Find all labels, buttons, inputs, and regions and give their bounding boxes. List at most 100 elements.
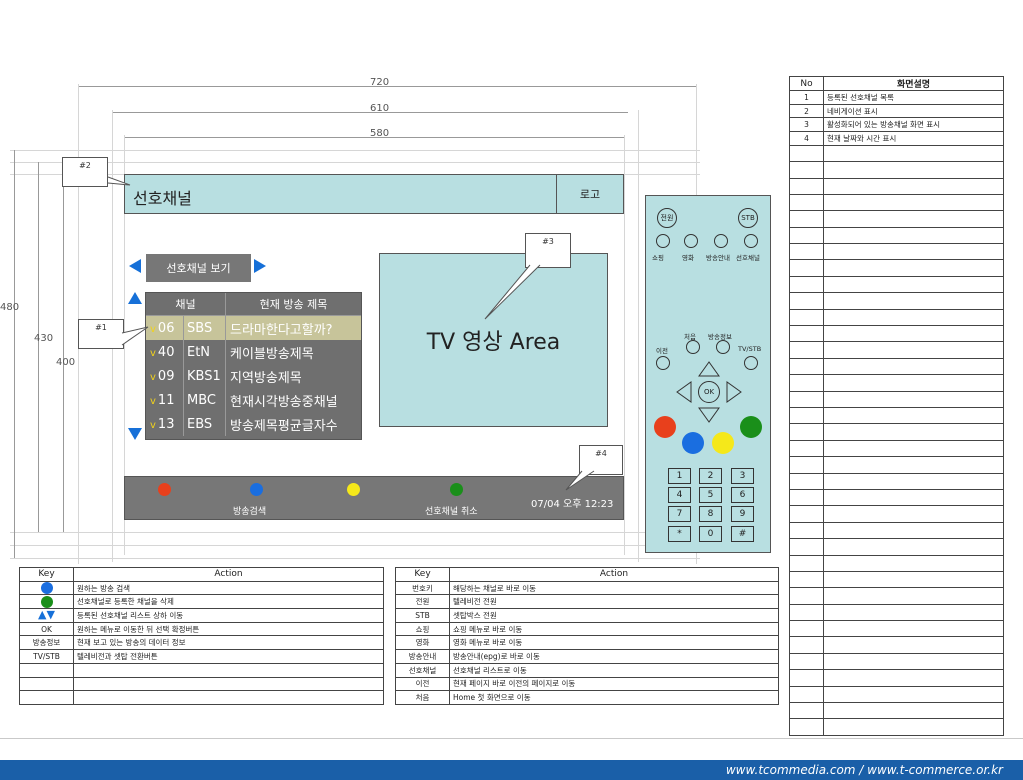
table-row: STB 셋탑박스 전원 (395, 608, 779, 623)
blue-circle-icon (40, 582, 53, 595)
table-row (789, 505, 1004, 523)
table-row (789, 636, 1004, 654)
table-row: 이전 현재 페이지 바로 이전의 페이지로 이동 (395, 676, 779, 692)
channel-row[interactable]: v 06 SBS 드라마한다고할까? (146, 316, 361, 340)
col-description: 화면설명 (823, 76, 1004, 91)
table-row (789, 177, 1004, 195)
remote-red-button[interactable] (654, 416, 676, 438)
prev-button[interactable] (656, 356, 670, 370)
list-down-arrow-icon[interactable] (128, 428, 142, 440)
channel-row[interactable]: v 09 KBS1 지역방송제목 (146, 364, 361, 388)
table-row (789, 308, 1004, 327)
check-mark: v (150, 419, 156, 431)
channel-name: EtN (183, 340, 225, 364)
num-5-button[interactable]: 5 (699, 487, 722, 503)
channel-row[interactable]: v 40 EtN 케이블방송제목 (146, 340, 361, 364)
movie-button[interactable] (684, 234, 698, 248)
table-row (789, 325, 1004, 343)
table-row (789, 193, 1004, 212)
table-row (789, 718, 1004, 736)
remote-green-button[interactable] (740, 416, 762, 438)
dpad-up-icon[interactable] (698, 361, 720, 377)
dpad-down-icon[interactable] (698, 407, 720, 423)
screen-description-table: No 화면설명 1 등록된 선호채널 목록 2 네비게이션 표시 3 활성화되어 있는… (789, 76, 1004, 736)
table-row (19, 676, 384, 692)
power-button[interactable]: 전원 (657, 208, 677, 228)
check-mark: v (150, 395, 156, 407)
table-row (789, 144, 1004, 163)
table-row (789, 226, 1004, 245)
remote-control: 전원 STB 쇼핑 영화 방송안내 선호채널 처음 방송정보 이전 TV/STB… (645, 195, 771, 553)
table-row: 선호채널 선호채널 리스트로 이동 (395, 662, 779, 678)
footer-divider (0, 738, 1023, 739)
info-button[interactable] (716, 340, 730, 354)
favorite-label: 선호채널 (736, 254, 760, 262)
tvstb-button[interactable] (744, 356, 758, 370)
green-button-icon[interactable] (450, 483, 463, 496)
blue-button-icon[interactable] (250, 483, 263, 496)
nav-left-arrow-icon[interactable] (129, 259, 141, 273)
dim-400: 400 (56, 357, 76, 368)
nav-right-arrow-icon[interactable] (254, 259, 266, 273)
channel-row[interactable]: v 11 MBC 현재시각방송중채널 (146, 388, 361, 412)
tvstb-label: TV/STB (738, 345, 762, 353)
num-6-button[interactable]: 6 (731, 487, 754, 503)
table-row: 전원 텔레비전 전원 (395, 594, 779, 610)
dpad-left-icon[interactable] (676, 381, 692, 403)
table-row (789, 488, 1004, 507)
yellow-button-icon[interactable] (347, 483, 360, 496)
table-row (789, 210, 1004, 228)
favorite-view-nav[interactable]: 선호채널 보기 (146, 254, 251, 282)
table-row (789, 652, 1004, 671)
channel-number: 11 (157, 392, 175, 408)
num-3-button[interactable]: 3 (731, 468, 754, 484)
table-row: 2 네비게이션 표시 (789, 103, 1004, 119)
table-row (789, 292, 1004, 310)
remote-blue-button[interactable] (682, 432, 704, 454)
dim-610: 610 (370, 103, 390, 114)
table-row (789, 456, 1004, 474)
col-key: Key (19, 567, 74, 582)
table-row: ▲▼ 등록된 선호채널 리스트 상하 이동 (19, 608, 384, 623)
channel-name: EBS (183, 412, 225, 436)
channel-row[interactable]: v 13 EBS 방송제목평균글자수 (146, 412, 361, 436)
table-row (789, 374, 1004, 392)
movie-label: 영화 (682, 254, 694, 262)
table-row (789, 620, 1004, 638)
footer-links: www.tcommedia.com / www.t-commerce.or.kr (0, 760, 1023, 780)
channel-list-header: 채널 현재 방송 제목 (146, 293, 361, 316)
guide-button[interactable] (714, 234, 728, 248)
star-button[interactable]: * (668, 526, 691, 542)
col-key: Key (395, 567, 450, 582)
table-row (789, 243, 1004, 261)
table-row (789, 554, 1004, 572)
num-1-button[interactable]: 1 (668, 468, 691, 484)
num-9-button[interactable]: 9 (731, 506, 754, 522)
dim-580: 580 (370, 128, 390, 139)
shopping-button[interactable] (656, 234, 670, 248)
callout-2-pointer (107, 176, 131, 186)
num-8-button[interactable]: 8 (699, 506, 722, 522)
table-row (789, 341, 1004, 359)
favorite-button[interactable] (744, 234, 758, 248)
num-0-button[interactable]: 0 (699, 526, 722, 542)
stb-button[interactable]: STB (738, 208, 758, 228)
ok-button[interactable]: OK (698, 381, 720, 403)
table-row: 방송안내 방송안내(epg)로 바로 이동 (395, 649, 779, 664)
dpad-right-icon[interactable] (726, 381, 742, 403)
page-title: 선호채널 (133, 189, 192, 208)
num-7-button[interactable]: 7 (668, 506, 691, 522)
table-row (789, 406, 1004, 425)
red-button-icon[interactable] (158, 483, 171, 496)
table-row (789, 259, 1004, 277)
callout-3-pointer (484, 264, 541, 320)
remote-yellow-button[interactable] (712, 432, 734, 454)
list-up-arrow-icon[interactable] (128, 292, 142, 304)
hash-button[interactable]: # (731, 526, 754, 542)
table-row: 1 등록된 선호채널 목록 (789, 90, 1004, 105)
num-2-button[interactable]: 2 (699, 468, 722, 484)
first-button[interactable] (686, 340, 700, 354)
blue-button-label: 방송검색 (233, 507, 267, 517)
num-4-button[interactable]: 4 (668, 487, 691, 503)
logo: 로고 (556, 175, 623, 213)
